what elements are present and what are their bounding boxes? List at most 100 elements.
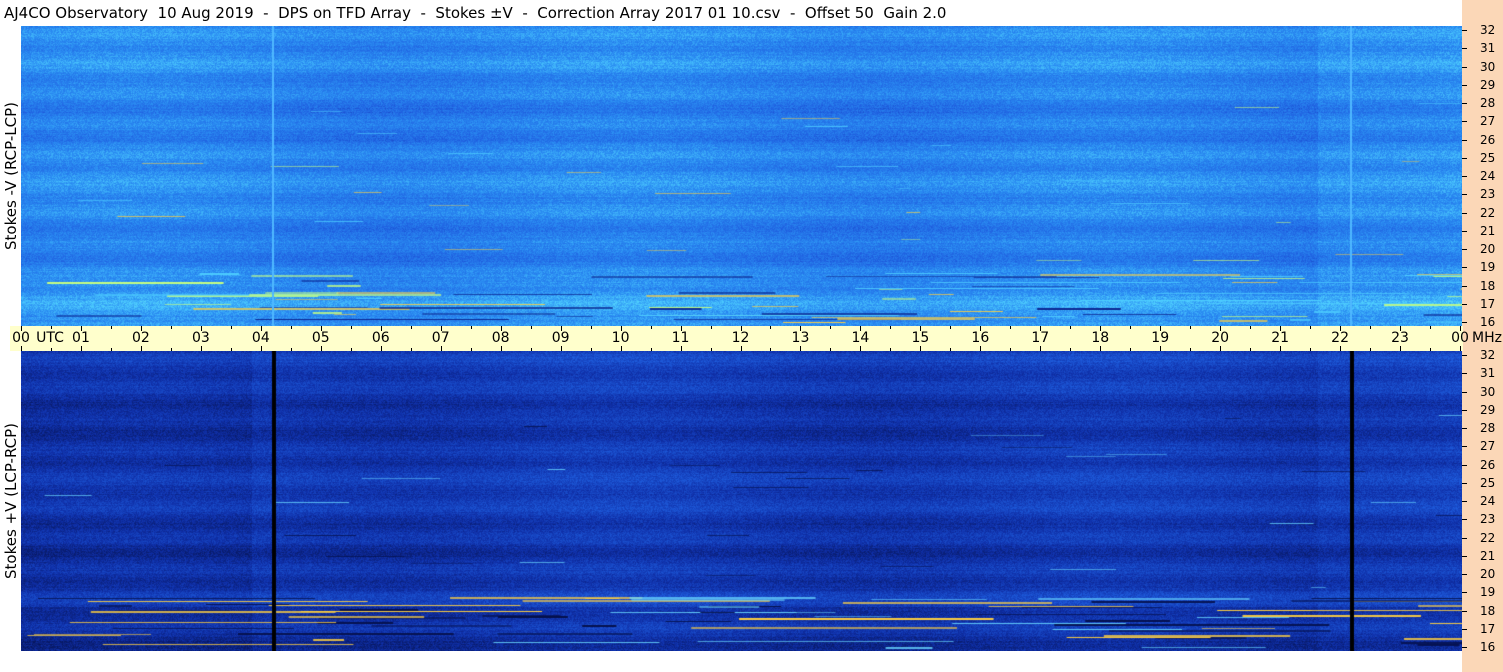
time-tick-label: 14 xyxy=(851,330,870,346)
freq-tick-label: 18 xyxy=(1480,603,1496,618)
bottom-spectrogram xyxy=(21,351,1462,651)
freq-tick xyxy=(1462,391,1467,393)
time-tick-label: 12 xyxy=(731,330,750,346)
time-minor-tick xyxy=(110,326,112,329)
time-tick xyxy=(860,346,862,351)
time-tick xyxy=(260,346,262,351)
time-tick xyxy=(440,346,442,351)
time-tick xyxy=(620,346,622,351)
freq-tick-label: 31 xyxy=(1480,41,1496,56)
time-tick-label: 04 xyxy=(251,330,270,346)
time-tick xyxy=(380,346,382,351)
freq-tick-label: 20 xyxy=(1480,567,1496,581)
time-minor-tick xyxy=(410,348,412,351)
time-tick xyxy=(320,346,322,351)
freq-tick xyxy=(1462,428,1467,429)
freq-tick xyxy=(1462,647,1467,648)
time-tick xyxy=(1280,346,1282,351)
time-tick xyxy=(980,346,982,351)
time-tick-label: 10 xyxy=(611,330,630,346)
time-tick-label: 07 xyxy=(431,330,450,346)
time-tick-label: 06 xyxy=(371,330,390,346)
freq-tick xyxy=(1462,409,1467,411)
top-ylabel: Stokes -V (RCP-LCP) xyxy=(2,102,20,250)
time-tick-label: 05 xyxy=(311,330,330,346)
top-spectrogram xyxy=(21,26,1462,326)
freq-tick xyxy=(1462,501,1467,502)
time-tick-label: 15 xyxy=(911,330,930,346)
time-tick xyxy=(680,346,682,351)
time-minor-tick xyxy=(1190,326,1192,329)
time-minor-tick xyxy=(230,326,232,329)
freq-tick-label: 16 xyxy=(1480,640,1496,654)
time-minor-tick xyxy=(710,326,712,329)
freq-tick-label: 25 xyxy=(1480,150,1496,165)
time-minor-tick xyxy=(1070,348,1072,351)
freq-tick xyxy=(1462,610,1467,612)
time-minor-tick xyxy=(290,348,292,351)
bottom-ylabel: Stokes +V (LCP-RCP) xyxy=(2,423,20,579)
freq-tick xyxy=(1462,537,1467,539)
freq-tick-label: 16 xyxy=(1480,315,1496,329)
freq-tick xyxy=(1462,373,1467,375)
time-tick-label: 13 xyxy=(791,330,810,346)
freq-tick-label: 26 xyxy=(1480,132,1496,147)
time-tick xyxy=(740,346,742,351)
time-minor-tick xyxy=(170,326,172,329)
time-minor-tick xyxy=(110,348,112,351)
bottom-ylabel-wrap: Stokes +V (LCP-RCP) xyxy=(0,351,22,651)
time-tick-label: 02 xyxy=(131,330,150,346)
time-tick-label: 00 xyxy=(12,330,30,346)
freq-tick-label: 27 xyxy=(1480,439,1496,454)
freq-tick xyxy=(1462,249,1467,250)
freq-tick xyxy=(1462,574,1467,575)
time-tick xyxy=(1040,346,1042,351)
time-tick xyxy=(500,346,502,351)
time-minor-tick xyxy=(1070,326,1072,329)
time-tick xyxy=(1100,346,1102,351)
freq-tick-label: 28 xyxy=(1480,421,1496,435)
time-minor-tick xyxy=(890,348,892,351)
time-tick-label: 11 xyxy=(671,330,690,346)
freq-tick xyxy=(1462,84,1467,86)
time-tick xyxy=(80,346,82,351)
time-tick-label: 21 xyxy=(1271,330,1290,346)
time-minor-tick xyxy=(710,348,712,351)
time-tick-label: 17 xyxy=(1031,330,1050,346)
freq-tick-label: 25 xyxy=(1480,475,1496,490)
time-tick xyxy=(1460,346,1461,351)
time-tick xyxy=(140,346,142,351)
time-minor-tick xyxy=(1430,326,1432,329)
time-tick xyxy=(200,346,202,351)
time-tick-label: 01 xyxy=(72,330,90,346)
time-minor-tick xyxy=(830,326,832,329)
freq-tick xyxy=(1462,355,1467,356)
time-tick xyxy=(1340,346,1342,351)
time-tick xyxy=(1400,346,1402,351)
time-minor-tick xyxy=(470,348,472,351)
freq-tick-label: 32 xyxy=(1480,348,1496,362)
time-tick-label: 16 xyxy=(971,330,990,346)
time-minor-tick xyxy=(470,326,472,329)
freq-tick-label: 30 xyxy=(1480,59,1496,74)
freq-tick xyxy=(1462,267,1467,269)
freq-tick-label: 17 xyxy=(1480,621,1496,636)
freq-tick-label: 19 xyxy=(1480,585,1496,600)
freq-tick-label: 30 xyxy=(1480,384,1496,399)
time-minor-tick xyxy=(650,348,652,351)
freq-tick xyxy=(1462,103,1467,104)
freq-tick-label: 20 xyxy=(1480,242,1496,256)
time-minor-tick xyxy=(1250,348,1252,351)
chart-title: AJ4CO Observatory 10 Aug 2019 - DPS on T… xyxy=(4,4,947,22)
freq-tick-label: 21 xyxy=(1480,223,1496,238)
time-tick-label: 18 xyxy=(1091,330,1110,346)
freq-tick-label: 32 xyxy=(1480,23,1496,37)
top-ylabel-wrap: Stokes -V (RCP-LCP) xyxy=(0,26,22,326)
time-tick-label: 19 xyxy=(1151,330,1170,346)
time-tick-label: 09 xyxy=(551,330,570,346)
freq-tick xyxy=(1462,482,1467,484)
freq-tick-label: 27 xyxy=(1480,114,1496,129)
time-minor-tick xyxy=(830,348,832,351)
time-tick-label: 23 xyxy=(1391,330,1409,346)
time-minor-tick xyxy=(590,326,592,329)
